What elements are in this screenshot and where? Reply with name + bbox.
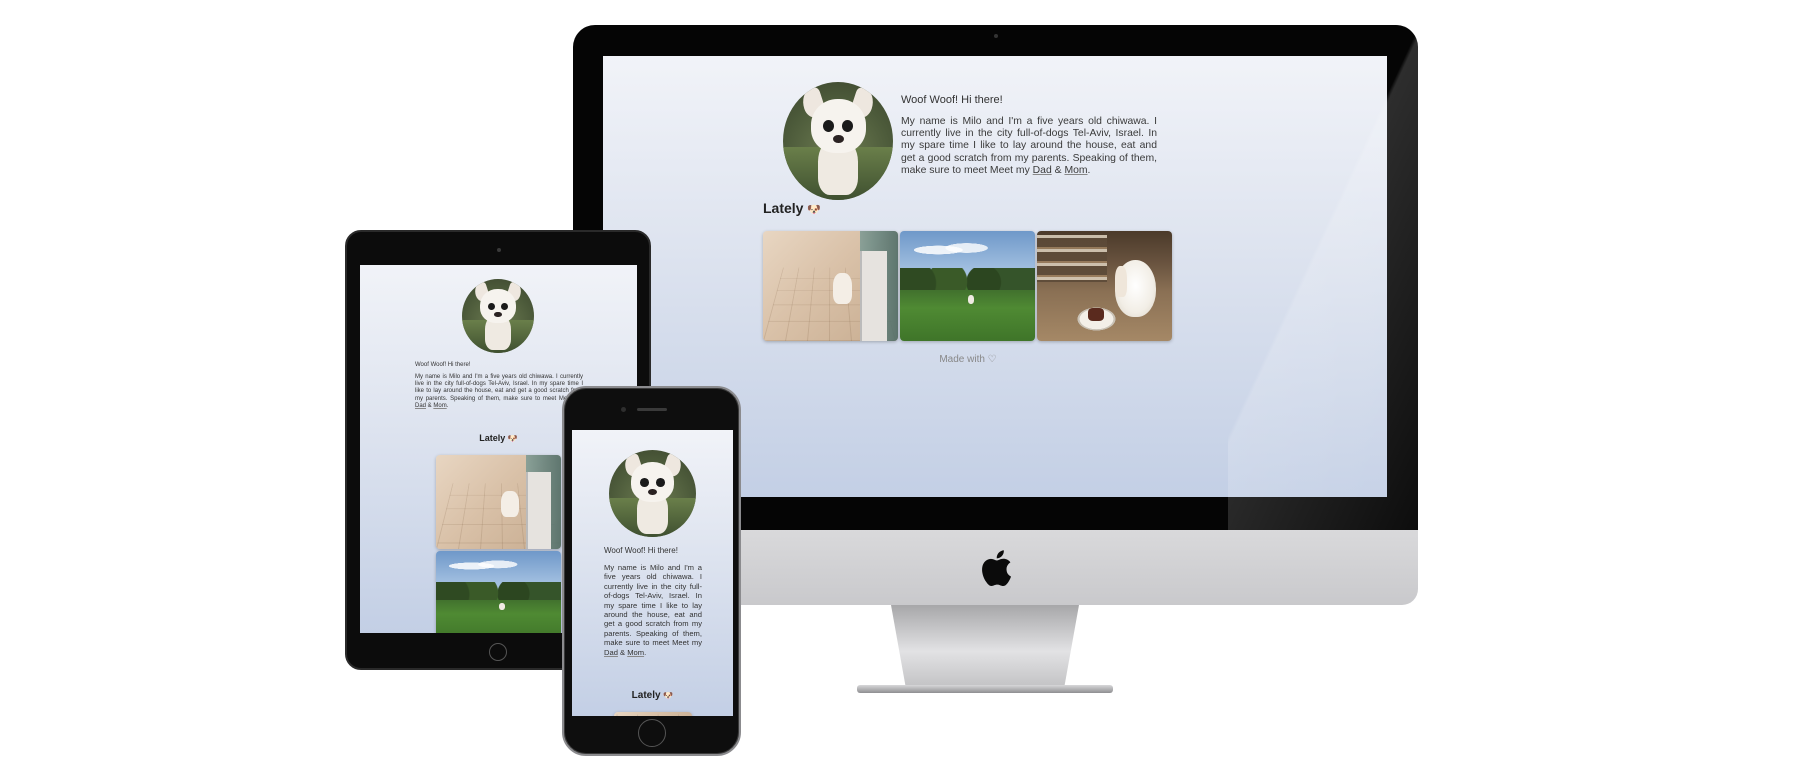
- dog-avatar-image: [783, 82, 893, 200]
- greeting-text: Woof Woof! Hi there!: [415, 362, 471, 368]
- photo-kitchen[interactable]: [763, 231, 898, 341]
- dog-face-icon: 🐶: [507, 434, 518, 443]
- screen-glare: [1228, 25, 1418, 530]
- bio-body: My name is Milo and I'm a five years old…: [604, 563, 702, 648]
- bio-body: My name is Milo and I'm a five years old…: [901, 116, 1157, 176]
- greeting-text: Woof Woof! Hi there!: [604, 546, 678, 555]
- bio-end: .: [446, 402, 449, 409]
- photo-kitchen[interactable]: [436, 455, 561, 549]
- mom-link[interactable]: Mom: [627, 648, 644, 657]
- lately-label: Lately: [631, 690, 661, 701]
- mobile-page: Woof Woof! Hi there! My name is Milo and…: [572, 430, 733, 716]
- apple-logo-icon: [982, 550, 1011, 587]
- dog-face-icon: 🐶: [807, 204, 822, 216]
- mom-link[interactable]: Mom: [1064, 165, 1087, 176]
- bio-end: .: [644, 647, 647, 657]
- greeting-text: Woof Woof! Hi there!: [901, 94, 1003, 106]
- bio-body: My name is Milo and I'm a five years old…: [415, 374, 583, 402]
- lately-label: Lately: [479, 433, 506, 443]
- profile-avatar: [783, 82, 893, 200]
- photo-room[interactable]: [1037, 231, 1172, 341]
- home-button[interactable]: [489, 643, 507, 661]
- bio-text: My name is Milo and I'm a five years old…: [415, 374, 583, 410]
- bio-end: .: [1087, 164, 1091, 176]
- mom-link[interactable]: Mom: [433, 403, 446, 409]
- camera-icon: [497, 248, 501, 252]
- photo-park[interactable]: [900, 231, 1035, 341]
- dog-avatar-image: [462, 279, 534, 353]
- photo-park[interactable]: [436, 551, 561, 633]
- lately-label: Lately: [763, 200, 804, 216]
- dog-face-icon: 🐶: [663, 691, 674, 700]
- home-button[interactable]: [638, 719, 666, 747]
- speaker-grille: [637, 408, 667, 411]
- dad-link[interactable]: Dad: [604, 648, 618, 657]
- dad-link[interactable]: Dad: [415, 403, 426, 409]
- camera-icon: [994, 34, 998, 38]
- footer-made-with: Made with ♡: [939, 354, 997, 365]
- camera-icon: [621, 407, 626, 412]
- imac-stand: [857, 605, 1113, 695]
- bio-amp: &: [617, 647, 628, 657]
- bio-amp: &: [1051, 164, 1065, 176]
- lately-heading: Lately 🐶: [572, 690, 733, 701]
- dad-link[interactable]: Dad: [1033, 165, 1052, 176]
- photo-kitchen[interactable]: [614, 712, 692, 716]
- iphone-device: Woof Woof! Hi there! My name is Milo and…: [562, 386, 741, 756]
- dog-avatar-image: [609, 450, 696, 537]
- bio-text: My name is Milo and I'm a five years old…: [901, 116, 1157, 177]
- lately-heading: Lately 🐶: [763, 200, 821, 216]
- bio-text: My name is Milo and I'm a five years old…: [604, 563, 702, 657]
